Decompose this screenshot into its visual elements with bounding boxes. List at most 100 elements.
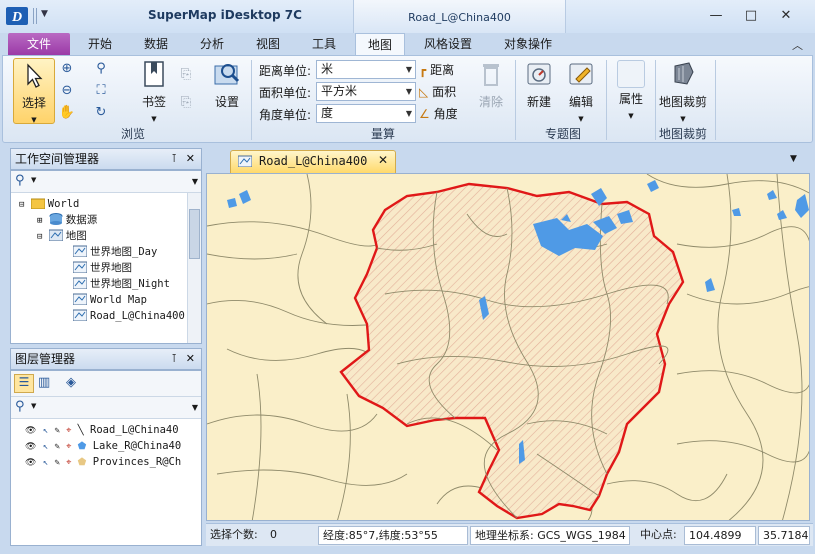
visibility-eye-icon[interactable]: 👁 <box>25 426 36 436</box>
close-icon[interactable]: ✕ <box>186 349 195 369</box>
visibility-eye-icon[interactable]: 👁 <box>25 442 36 452</box>
zoom-out-icon[interactable]: ⊖ <box>58 82 76 100</box>
settings-button[interactable]: 设置 <box>209 60 245 122</box>
select-button[interactable]: 选择 ▼ <box>13 58 55 124</box>
minimize-button[interactable]: — <box>703 6 729 26</box>
search-icon[interactable]: ⚲ <box>15 173 25 188</box>
snappable-icon[interactable]: ⌖ <box>66 442 71 452</box>
tab-style-settings[interactable]: 风格设置 <box>414 33 482 55</box>
workspace-panel: ⚲ ▼ ▼ ⊟ World ⊞ 数据源 ⊟ 地图 世界地图_Day 世界地图 世… <box>10 170 202 344</box>
area-triangle-icon: ◺ <box>419 85 429 99</box>
pin-icon[interactable]: ⊺ <box>171 349 177 369</box>
document-tab[interactable]: Road_L@China400 <box>230 150 396 173</box>
map-icon <box>73 245 87 257</box>
collapse-icon[interactable]: ⊟ <box>19 200 24 210</box>
tab-object-operations[interactable]: 对象操作 <box>494 33 562 55</box>
map-canvas[interactable] <box>206 173 810 521</box>
workspace-search-bar[interactable]: ⚲ ▼ ▼ <box>11 171 201 193</box>
dropdown-icon[interactable]: ▼ <box>192 177 198 186</box>
document-tab-label: Road_L@China400 <box>259 154 368 168</box>
bookmark-button[interactable]: 书签 ▼ <box>136 60 172 123</box>
selectable-arrow-icon[interactable]: ↖ <box>43 442 48 452</box>
new-thematic-map-button[interactable]: 新建 <box>521 60 557 122</box>
chevron-down-icon[interactable]: ▼ <box>31 402 36 410</box>
previous-view-icon[interactable]: ⎘ <box>177 66 195 84</box>
document-list-dropdown-icon[interactable]: ▼ <box>790 154 797 164</box>
collapse-icon[interactable]: ⊟ <box>37 232 42 242</box>
pan-hand-icon[interactable]: ✋ <box>58 104 76 122</box>
close-tab-icon[interactable]: ✕ <box>378 153 388 167</box>
distance-unit-select[interactable]: 米 ▼ <box>316 60 416 79</box>
snappable-icon[interactable]: ⌖ <box>66 426 71 436</box>
edit-thematic-label: 编辑 <box>568 95 593 109</box>
zoom-in-icon[interactable]: ⊕ <box>58 60 76 78</box>
layer-panel: ☰ ▥ ◈ ⚲ ▼ ▼ 👁 ↖ ✎ ⌖ ╲ Road_L@China40 👁 ↖… <box>10 370 202 546</box>
ribbon-collapse-icon[interactable]: ︿ <box>792 37 803 53</box>
snappable-icon[interactable]: ⌖ <box>66 458 71 468</box>
workspace-scrollbar[interactable] <box>187 193 201 343</box>
tree-item-world[interactable]: ⊟ World <box>11 196 201 212</box>
chevron-down-icon[interactable]: ▼ <box>31 176 36 184</box>
pin-icon[interactable]: ⊺ <box>171 149 177 169</box>
properties-label: 属性 <box>618 92 643 106</box>
refresh-icon[interactable]: ↻ <box>92 104 110 122</box>
tab-map[interactable]: 地图 <box>355 33 405 56</box>
visibility-eye-icon[interactable]: 👁 <box>25 458 36 468</box>
tree-item-map[interactable]: 世界地图 <box>11 260 201 276</box>
tree-item-datasources[interactable]: ⊞ 数据源 <box>11 212 201 228</box>
layer-stack-icon[interactable]: ◈ <box>66 375 76 390</box>
quick-access-dropdown-icon[interactable]: ▼ <box>41 9 48 19</box>
next-view-icon[interactable]: ⎘ <box>177 94 195 112</box>
layer-row[interactable]: 👁 ↖ ✎ ⌖ ╲ Road_L@China40 <box>11 422 201 438</box>
close-button[interactable]: ✕ <box>771 6 801 26</box>
settings-label: 设置 <box>214 95 239 109</box>
editable-pencil-icon[interactable]: ✎ <box>55 426 60 436</box>
measure-distance-button[interactable]: ┏ 距离 <box>419 61 454 78</box>
center-x-input[interactable]: 104.4899 <box>684 526 756 545</box>
layer-toolbar: ☰ ▥ ◈ <box>11 371 201 397</box>
tab-tools[interactable]: 工具 <box>302 33 346 55</box>
zoom-free-icon[interactable]: ⚲ <box>92 60 110 78</box>
search-icon[interactable]: ⚲ <box>15 399 25 414</box>
map-clip-button[interactable]: 地图裁剪 ▼ <box>655 60 711 123</box>
layer-group-icon[interactable]: ▥ <box>38 375 50 390</box>
tab-start[interactable]: 开始 <box>78 33 122 55</box>
tab-file[interactable]: 文件 <box>8 33 70 55</box>
editable-pencil-icon[interactable]: ✎ <box>55 442 60 452</box>
tree-item-map[interactable]: 世界地图_Day <box>11 244 201 260</box>
tree-item-maps[interactable]: ⊟ 地图 <box>11 228 201 244</box>
layer-row[interactable]: 👁 ↖ ✎ ⌖ ⬟ Provinces_R@Ch <box>11 454 201 470</box>
measure-area-button[interactable]: ◺ 面积 <box>419 83 456 100</box>
properties-button[interactable]: 属性 ▼ <box>611 60 651 122</box>
edit-thematic-map-button[interactable]: 编辑 ▼ <box>563 60 599 123</box>
svg-text:D: D <box>11 10 22 25</box>
maximize-button[interactable]: □ <box>738 6 764 26</box>
close-icon[interactable]: ✕ <box>186 149 195 169</box>
scrollbar-thumb[interactable] <box>189 209 200 259</box>
tab-analysis[interactable]: 分析 <box>190 33 234 55</box>
tree-item-map[interactable]: World Map <box>11 292 201 308</box>
measure-angle-button[interactable]: ∠ 角度 <box>419 105 458 122</box>
chevron-down-icon: ▼ <box>680 115 686 123</box>
layer-search-bar[interactable]: ⚲ ▼ ▼ <box>11 397 201 419</box>
dropdown-icon[interactable]: ▼ <box>192 403 198 412</box>
tree-item-map[interactable]: Road_L@China400 <box>11 308 201 324</box>
tree-item-map[interactable]: 世界地图_Night <box>11 276 201 292</box>
tab-view[interactable]: 视图 <box>246 33 290 55</box>
selectable-arrow-icon[interactable]: ↖ <box>43 458 48 468</box>
editable-pencil-icon[interactable]: ✎ <box>55 458 60 468</box>
clear-measure-button[interactable]: 清除 <box>473 60 509 122</box>
area-unit-select[interactable]: 平方米 ▼ <box>316 82 416 101</box>
expand-icon[interactable]: ⊞ <box>37 216 42 226</box>
tab-data[interactable]: 数据 <box>134 33 178 55</box>
layer-row[interactable]: 👁 ↖ ✎ ⌖ ⬟ Lake_R@China40 <box>11 438 201 454</box>
angle-unit-select[interactable]: 度 ▼ <box>316 104 416 123</box>
center-y-input[interactable]: 35.7184 <box>758 526 810 545</box>
layer-list-view-icon[interactable]: ☰ <box>14 374 34 393</box>
edit-thematic-map-icon <box>569 63 593 85</box>
coordinate-system[interactable]: 地理坐标系: GCS_WGS_1984 <box>470 526 630 545</box>
full-extent-icon[interactable]: ⛶ <box>92 82 110 100</box>
layer-panel-header: 图层管理器 ⊺ ✕ <box>10 348 202 370</box>
layer-panel-title: 图层管理器 <box>15 352 76 366</box>
selectable-arrow-icon[interactable]: ↖ <box>43 426 48 436</box>
